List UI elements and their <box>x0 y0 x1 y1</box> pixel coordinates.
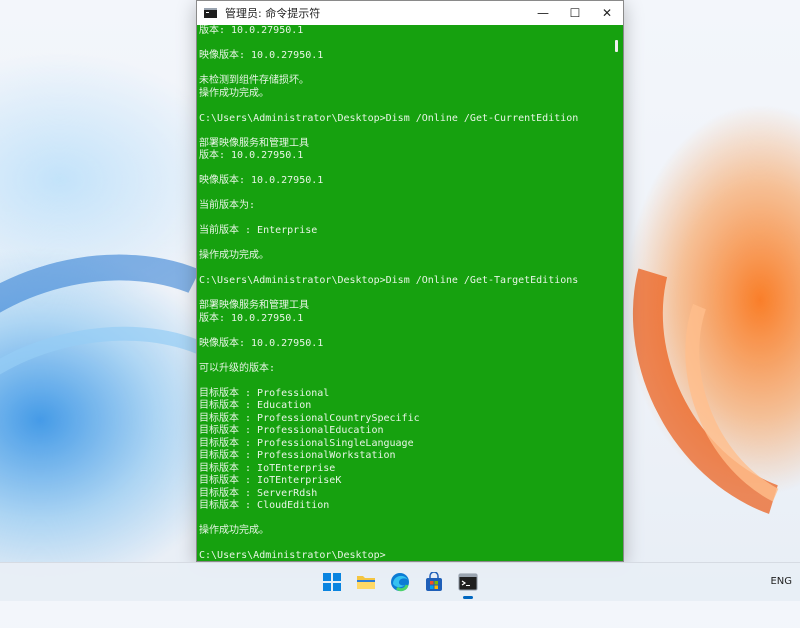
console-line: 目标版本 : IoTEnterpriseK <box>199 475 342 486</box>
console-line: 当前版本 : Enterprise <box>199 225 318 236</box>
taskbar: ENG <box>0 562 800 601</box>
console-line: 目标版本 : ProfessionalCountrySpecific <box>199 412 420 424</box>
console-line: 目标版本 : Education <box>199 400 312 411</box>
console-line: 版本: 10.0.27950.1 <box>199 312 304 324</box>
console-line: 版本: 10.0.27950.1 <box>199 25 304 36</box>
console-line: C:\Users\Administrator\Desktop> <box>199 550 386 561</box>
edge-icon[interactable] <box>389 571 411 593</box>
terminal-icon[interactable] <box>457 571 479 599</box>
console-line: 目标版本 : Professional <box>199 387 330 399</box>
console-line: 映像版本: 10.0.27950.1 <box>199 50 324 61</box>
store-icon[interactable] <box>423 571 445 593</box>
console-line: 映像版本: 10.0.27950.1 <box>199 175 324 186</box>
console-line: 当前版本为: <box>199 200 256 211</box>
console-line: 操作成功完成。 <box>199 525 269 536</box>
maximize-button[interactable]: ☐ <box>559 1 591 25</box>
wallpaper-swirl-peach <box>644 197 800 551</box>
console-output[interactable]: 版本: 10.0.27950.1 映像版本: 10.0.27950.1 未检测到组件… <box>199 25 609 561</box>
title-bar[interactable]: 管理员: 命令提示符 — ☐ ✕ <box>197 1 623 25</box>
console-line: 操作成功完成。 <box>199 250 269 261</box>
file-explorer-icon[interactable] <box>355 571 377 593</box>
console-line: 目标版本 : ProfessionalWorkstation <box>199 450 396 461</box>
close-button[interactable]: ✕ <box>591 1 623 25</box>
console-line: 部署映像服务和管理工具 <box>199 300 309 311</box>
vertical-scrollbar[interactable] <box>611 25 623 561</box>
console-line: 目标版本 : CloudEdition <box>199 500 330 511</box>
window-controls: — ☐ ✕ <box>527 1 623 25</box>
console-line: 目标版本 : ServerRdsh <box>199 487 318 499</box>
language-indicator[interactable]: ENG <box>770 576 792 587</box>
console-line: 目标版本 : ProfessionalSingleLanguage <box>199 437 414 449</box>
console-line: 可以升级的版本: <box>199 362 276 374</box>
console-line: 版本: 10.0.27950.1 <box>199 150 304 161</box>
console-line: C:\Users\Administrator\Desktop>Dism /Onl… <box>199 275 579 286</box>
start-icon[interactable] <box>321 571 343 593</box>
minimize-button[interactable]: — <box>527 1 559 25</box>
console-line: C:\Users\Administrator\Desktop>Dism /Onl… <box>199 112 579 124</box>
scrollbar-thumb[interactable] <box>615 40 618 52</box>
console-line: 映像版本: 10.0.27950.1 <box>199 337 324 349</box>
command-prompt-window[interactable]: 管理员: 命令提示符 — ☐ ✕ 版本: 10.0.27950.1 映像版本: 1… <box>196 0 624 562</box>
console-line: 未检测到组件存储损坏。 <box>199 75 309 86</box>
console-line: 目标版本 : ProfessionalEducation <box>199 425 384 436</box>
console-line: 部署映像服务和管理工具 <box>199 137 309 149</box>
cmd-app-icon <box>204 8 217 18</box>
console-line: 操作成功完成。 <box>199 87 269 99</box>
console-line: 目标版本 : IoTEnterprise <box>199 462 336 474</box>
window-title: 管理员: 命令提示符 <box>225 7 321 20</box>
